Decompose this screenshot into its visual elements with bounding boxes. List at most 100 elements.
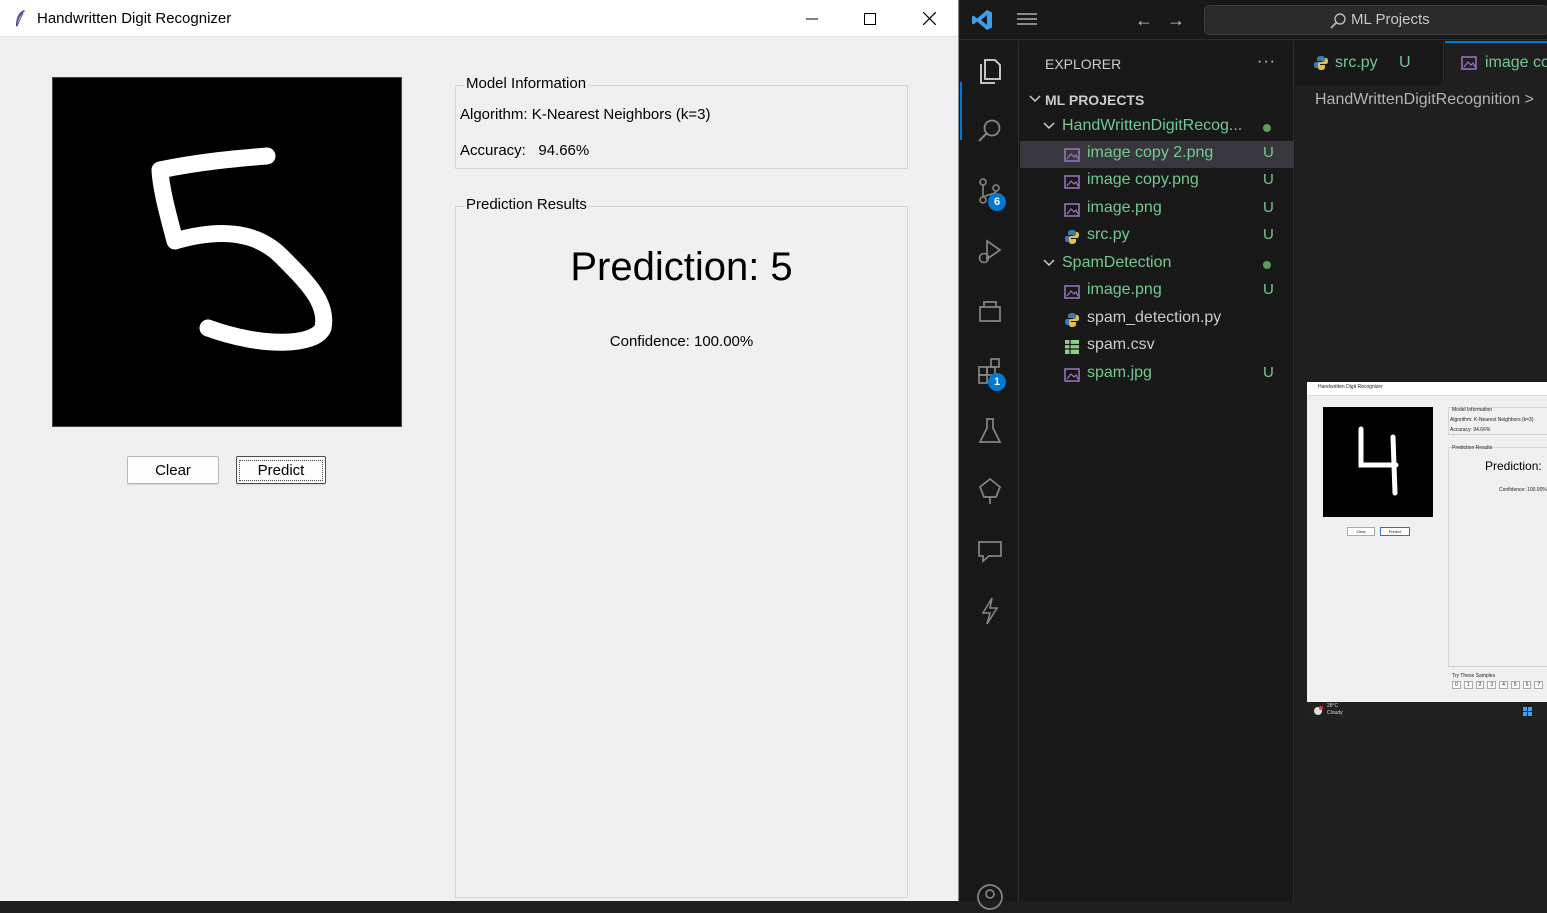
- remote-explorer-icon[interactable]: [974, 295, 1006, 327]
- tree-file[interactable]: src.py U: [1020, 223, 1294, 250]
- run-debug-icon[interactable]: [974, 235, 1006, 267]
- tree-folder[interactable]: SpamDetection: [1020, 251, 1294, 278]
- preview-title: Handwritten Digit Recognizer: [1318, 384, 1383, 390]
- tree-folder[interactable]: HandWrittenDigitRecog...: [1020, 114, 1294, 141]
- forward-arrow-icon[interactable]: →: [1167, 10, 1185, 31]
- untracked-status: U: [1263, 171, 1274, 188]
- tab-label: image co: [1485, 54, 1547, 71]
- weather-cloud-icon: [1314, 706, 1323, 715]
- search-icon: [1330, 13, 1346, 29]
- tree-file[interactable]: image.png U: [1020, 278, 1294, 305]
- close-icon: [922, 12, 936, 25]
- tab-image[interactable]: image co: [1445, 41, 1547, 85]
- untracked-status: U: [1263, 199, 1274, 216]
- title-bar: Handwritten Digit Recognizer: [0, 0, 958, 37]
- drawn-digit-stroke: [151, 147, 333, 351]
- vscode-logo-icon: [972, 10, 992, 30]
- preview-algorithm: Algorithm: K-Nearest Neighbors (k=3): [1450, 417, 1534, 423]
- feather-icon: [16, 10, 25, 27]
- prediction-results-title: Prediction Results: [464, 196, 589, 213]
- accuracy-label: Accuracy: 94.66%: [460, 142, 590, 159]
- preview-samples-row: 0 1 2 3 4 5 6 7: [1452, 681, 1544, 689]
- untracked-status: U: [1263, 281, 1274, 298]
- tree-file[interactable]: spam_detection.py: [1020, 306, 1294, 333]
- prediction-results-frame: Prediction Results Prediction: 5 Confide…: [455, 196, 908, 898]
- search-text: ML Projects: [1351, 11, 1430, 28]
- window-title: Handwritten Digit Recognizer: [37, 10, 232, 27]
- file-label: image copy 2.png: [1087, 144, 1214, 161]
- lightning-icon[interactable]: [974, 595, 1006, 627]
- drawing-canvas[interactable]: [52, 77, 402, 427]
- python-file-icon: [1314, 56, 1328, 70]
- active-indicator: [960, 82, 962, 140]
- prediction-label: Prediction: 5: [570, 245, 793, 289]
- preview-sample-button: 0: [1452, 681, 1461, 689]
- tab-status: U: [1399, 54, 1411, 71]
- image-file-icon: [1064, 368, 1080, 382]
- back-arrow-icon[interactable]: ←: [1135, 10, 1153, 31]
- tree-file[interactable]: image copy.png U: [1020, 168, 1294, 195]
- python-file-icon: [1065, 230, 1079, 244]
- chevron-down-icon: [1043, 122, 1055, 130]
- confidence-label: Confidence: 100.00%: [609, 333, 754, 350]
- minimize-button[interactable]: [783, 0, 841, 37]
- tab-src-py[interactable]: src.py U: [1295, 41, 1444, 85]
- workspace-header[interactable]: ML PROJECTS: [1020, 87, 1294, 114]
- chevron-down-icon: [1029, 95, 1041, 103]
- maximize-button[interactable]: [841, 0, 899, 37]
- tab-label: src.py: [1335, 54, 1378, 71]
- tree-view-icon[interactable]: [974, 475, 1006, 507]
- explorer-files-icon[interactable]: [974, 55, 1006, 87]
- preview-weather-temp: 28°C: [1327, 703, 1339, 709]
- preview-prediction: Prediction:: [1485, 459, 1542, 473]
- menu-icon[interactable]: [1017, 11, 1037, 27]
- preview-taskbar: 28°C Cloudy: [1307, 702, 1547, 720]
- preview-clear-button: Clear: [1347, 527, 1375, 536]
- source-control-badge: 6: [988, 193, 1006, 211]
- preview-results-title: Prediction Results: [1452, 445, 1493, 451]
- chevron-down-icon: [1043, 259, 1055, 267]
- python-file-icon: [1065, 313, 1079, 327]
- file-label: image.png: [1087, 199, 1162, 216]
- activity-bar: 6 1: [960, 41, 1019, 910]
- clear-button[interactable]: Clear: [127, 456, 219, 484]
- preview-model-title: Model Information: [1452, 407, 1493, 413]
- account-icon[interactable]: [974, 881, 1006, 913]
- folder-label: HandWrittenDigitRecog...: [1062, 117, 1243, 134]
- preview-sample-button: 7: [1534, 681, 1544, 689]
- file-label: image copy.png: [1087, 171, 1199, 188]
- tree-file[interactable]: spam.jpg U: [1020, 361, 1294, 388]
- explorer-sidebar: EXPLORER ··· ML PROJECTS HandWrittenDigi…: [1020, 41, 1294, 901]
- modified-dot: [1263, 124, 1271, 132]
- predict-button[interactable]: Predict: [236, 456, 326, 484]
- tree-file[interactable]: image copy 2.png U: [1020, 141, 1294, 168]
- preview-sample-button: 6: [1522, 681, 1532, 689]
- untracked-status: U: [1263, 226, 1274, 243]
- chat-comments-icon[interactable]: [974, 535, 1006, 567]
- file-label: spam.csv: [1087, 336, 1155, 353]
- command-center-search[interactable]: ML Projects: [1204, 5, 1547, 35]
- preview-accuracy: Accuracy: 94.66%: [1450, 427, 1491, 433]
- preview-samples-label: Try These Samples: [1452, 673, 1496, 679]
- modified-dot: [1263, 261, 1271, 269]
- tree-file[interactable]: spam.csv: [1020, 333, 1294, 360]
- vscode-window: ← → ML Projects 6 1 EXPLORER ··· ML PROJ…: [960, 0, 1547, 910]
- tree-file[interactable]: image.png U: [1020, 196, 1294, 223]
- file-label: image.png: [1087, 281, 1162, 298]
- close-button[interactable]: [900, 0, 958, 37]
- algorithm-label: Algorithm: K-Nearest Neighbors (k=3): [460, 106, 711, 123]
- more-actions-icon[interactable]: ···: [1257, 53, 1276, 71]
- testing-flask-icon[interactable]: [974, 415, 1006, 447]
- breadcrumb[interactable]: HandWrittenDigitRecognition >: [1315, 91, 1534, 109]
- vscode-title-bar: ← → ML Projects: [960, 0, 1547, 40]
- preview-results-frame: [1448, 447, 1547, 667]
- search-view-icon[interactable]: [974, 115, 1006, 147]
- extensions-badge: 1: [988, 373, 1006, 391]
- preview-confidence: Confidence: 100.00%: [1499, 487, 1547, 493]
- preview-title-bar: Handwritten Digit Recognizer: [1307, 382, 1547, 396]
- folder-label: SpamDetection: [1062, 254, 1172, 271]
- image-file-icon: [1064, 203, 1080, 217]
- preview-canvas: [1323, 407, 1433, 517]
- model-information-frame: Model Information Algorithm: K-Nearest N…: [455, 75, 908, 169]
- file-label: src.py: [1087, 226, 1130, 243]
